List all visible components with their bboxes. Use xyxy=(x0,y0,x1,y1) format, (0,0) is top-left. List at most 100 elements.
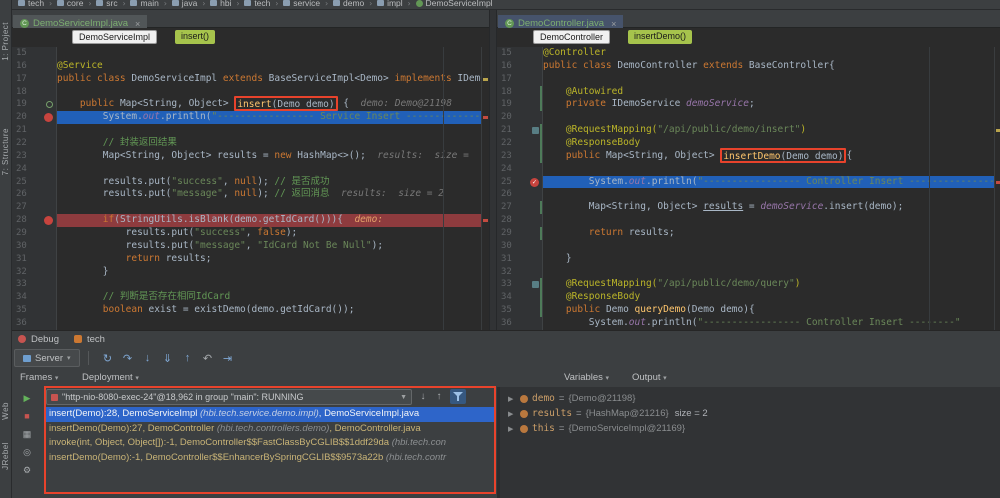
gutter-line: 29 xyxy=(12,227,56,240)
error-stripe[interactable] xyxy=(481,47,489,330)
gutter-line: 21 xyxy=(12,124,56,137)
variable-icon xyxy=(520,410,528,418)
tab-variables[interactable]: Variables ▾ xyxy=(558,369,615,387)
gutter-line: 23 xyxy=(497,150,542,163)
folder-icon xyxy=(283,0,290,6)
code-token: demo: Demo@21198 xyxy=(360,98,452,109)
breadcrumb-item[interactable]: main xyxy=(128,0,160,8)
editor-tabbar-right: C DemoController.java × xyxy=(497,10,1000,28)
thread-selector[interactable]: "http-nio-8080-exec-24"@18,962 in group … xyxy=(46,389,412,405)
mapping-marker-icon[interactable] xyxy=(532,281,539,288)
expand-arrow-icon[interactable]: ▶ xyxy=(508,410,516,418)
code-token: results; xyxy=(629,227,675,238)
view-breakpoints-icon[interactable]: ▦ xyxy=(20,427,34,441)
code-line: Map<String, Object> results = new HashMa… xyxy=(57,150,481,163)
breadcrumb-item[interactable]: demo xyxy=(331,0,366,8)
mute-breakpoints-icon[interactable]: ◎ xyxy=(20,445,34,459)
code-token: "IdCard Not Be Null" xyxy=(257,240,371,251)
breadcrumb-item[interactable]: impl xyxy=(375,0,405,8)
code-token: results.put( xyxy=(57,188,171,199)
step-over-icon[interactable]: ↷ xyxy=(119,352,137,365)
code-token: DemoController xyxy=(617,60,703,71)
breadcrumb-separator-icon: › xyxy=(87,0,92,8)
code-token: public class xyxy=(543,60,617,71)
tab-frames[interactable]: Frames ▾ xyxy=(14,369,64,387)
drop-frame-icon[interactable]: ↶ xyxy=(199,352,217,365)
variable-row[interactable]: ▶demo = {Demo@21198} xyxy=(500,391,1000,406)
breadcrumb-item[interactable]: core xyxy=(55,0,86,8)
code-token: (Demo demo){ xyxy=(686,304,755,315)
gutter-line: 16 xyxy=(12,60,56,73)
code-line: } xyxy=(57,266,481,279)
stop-icon[interactable]: ■ xyxy=(20,409,34,423)
tool-window-button-web[interactable]: Web xyxy=(1,402,10,420)
error-stripe[interactable] xyxy=(994,47,1000,330)
force-step-into-icon[interactable]: ⇓ xyxy=(159,352,177,365)
class-name-chip[interactable]: DemoServiceImpl xyxy=(72,30,157,44)
bean-marker-icon[interactable] xyxy=(46,101,53,108)
editor-splitter[interactable] xyxy=(489,10,497,330)
breadcrumb-item[interactable]: tech xyxy=(16,0,46,8)
breadcrumb-item[interactable]: src xyxy=(94,0,119,8)
editor-pane-serviceimpl: DemoServiceImpl insert() 151617181920212… xyxy=(12,28,489,330)
breadcrumb-item[interactable]: tech xyxy=(242,0,272,8)
step-out-icon[interactable]: ↑ xyxy=(179,352,197,364)
breakpoint-verified-icon[interactable]: ✓ xyxy=(530,178,539,187)
next-frame-icon[interactable]: ↑ xyxy=(432,390,446,404)
step-into-icon[interactable]: ↓ xyxy=(139,352,157,364)
tab-output[interactable]: Output ▾ xyxy=(626,369,673,387)
breadcrumb-label: hbi xyxy=(220,0,231,8)
error-stripe-mark xyxy=(996,181,1000,184)
expand-arrow-icon[interactable]: ▶ xyxy=(508,395,516,403)
equals-sign: = xyxy=(576,408,582,419)
code-token: "/api/public/demo/query" xyxy=(657,278,794,289)
code-token xyxy=(57,291,103,302)
mapping-marker-icon[interactable] xyxy=(532,127,539,134)
class-name-chip[interactable]: DemoController xyxy=(533,30,610,44)
previous-frame-icon[interactable]: ↓ xyxy=(416,390,430,404)
code-line: @Controller xyxy=(543,47,994,60)
code-area[interactable]: @Servicepublic class DemoServiceImpl ext… xyxy=(57,47,481,330)
method-name-chip[interactable]: insertDemo() xyxy=(628,30,692,44)
variable-value: {HashMap@21216} xyxy=(586,408,669,419)
tab-deployment[interactable]: Deployment ▾ xyxy=(76,369,145,387)
variable-row[interactable]: ▶this = {DemoServiceImpl@21169} xyxy=(500,421,1000,436)
code-line: System.out.println("----------------- Co… xyxy=(543,176,994,189)
thread-label: "http-nio-8080-exec-24"@18,962 in group … xyxy=(62,392,396,402)
expand-arrow-icon[interactable]: ▶ xyxy=(508,425,516,433)
breadcrumb-item[interactable]: service xyxy=(281,0,322,8)
stack-frame-row[interactable]: invoke(int, Object, Object[]):-1, DemoCo… xyxy=(44,436,496,451)
variable-row[interactable]: ▶results = {HashMap@21216}size = 2 xyxy=(500,406,1000,421)
code-token: } xyxy=(543,253,572,264)
stack-frame-row[interactable]: insertDemo(Demo):-1, DemoController$$Enh… xyxy=(44,451,496,466)
hide-frames-filter-icon[interactable] xyxy=(450,389,466,404)
show-execution-point-icon[interactable]: ↻ xyxy=(99,352,117,365)
close-icon[interactable]: × xyxy=(135,19,140,29)
settings-icon[interactable]: ⚙ xyxy=(20,463,34,477)
close-icon[interactable]: × xyxy=(611,19,616,29)
breadcrumb-item[interactable]: java xyxy=(170,0,200,8)
code-line: return results; xyxy=(543,227,994,240)
tool-window-button-structure[interactable]: 7: Structure xyxy=(1,128,10,175)
breadcrumb-item[interactable]: DemoServiceImpl xyxy=(414,0,495,8)
stack-frame-row[interactable]: insert(Demo):28, DemoServiceImpl (hbi.te… xyxy=(44,407,496,422)
folder-icon xyxy=(377,0,384,6)
server-tab[interactable]: Server ▾ xyxy=(14,349,80,367)
breadcrumb-item[interactable]: hbi xyxy=(208,0,233,8)
stack-frame-row[interactable]: insertDemo(Demo):27, DemoController (hbi… xyxy=(44,422,496,437)
tool-window-button-jrebel[interactable]: JRebel xyxy=(1,442,10,470)
gutter-line: 25✓ xyxy=(497,176,542,189)
method-name-chip[interactable]: insert() xyxy=(175,30,215,44)
run-to-cursor-icon[interactable]: ⇥ xyxy=(219,352,237,365)
rerun-icon[interactable]: ▶ xyxy=(20,391,34,405)
breadcrumb-label: tech xyxy=(28,0,44,8)
code-line: public Demo queryDemo(Demo demo){ xyxy=(543,304,994,317)
breakpoint-icon[interactable] xyxy=(44,113,53,122)
breakpoint-icon[interactable] xyxy=(44,216,53,225)
code-line xyxy=(543,188,994,201)
run-config-tab[interactable]: tech xyxy=(87,334,105,345)
ide-window: { "navbar": { "items": ["tech","core","s… xyxy=(0,0,1000,498)
code-token: // 判断是否存在相同IdCard xyxy=(103,291,230,302)
code-area[interactable]: @Controllerpublic class DemoController e… xyxy=(543,47,994,330)
tool-window-button-project[interactable]: 1: Project xyxy=(1,22,10,61)
